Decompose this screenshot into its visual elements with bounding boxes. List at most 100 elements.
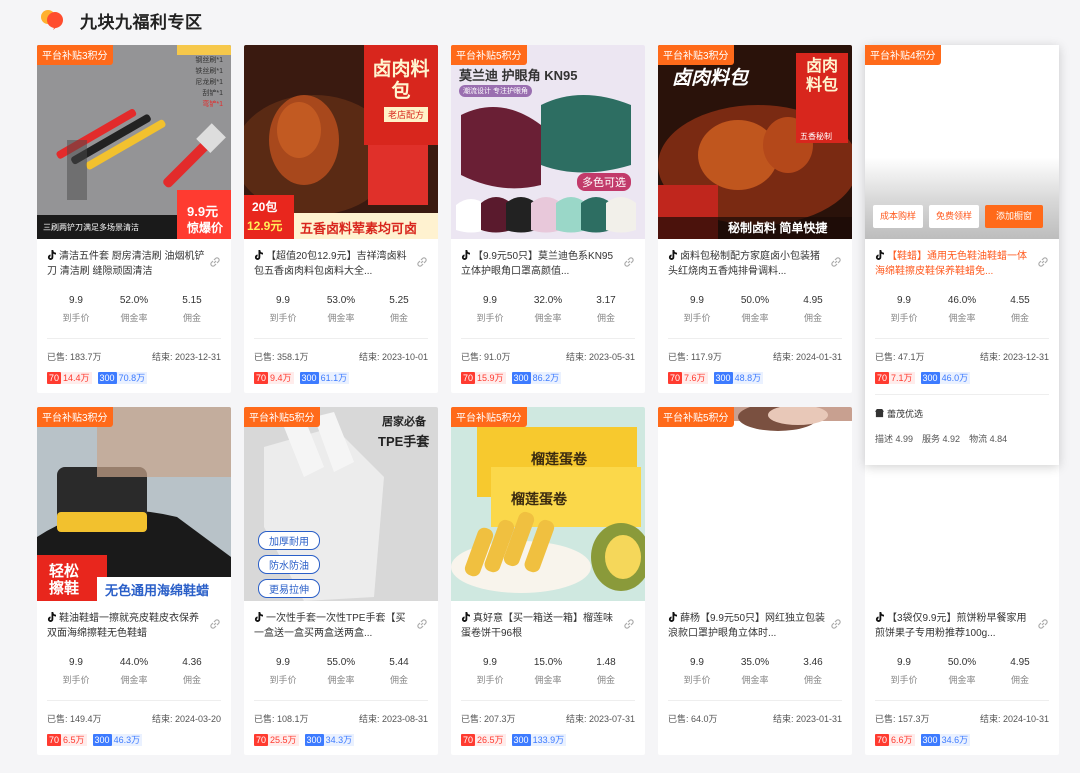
cost-sample-button[interactable]: 成本购样: [873, 205, 924, 228]
product-name[interactable]: 一次性手套一次性TPE手套【买一盒送一盒买两盒送两盒...: [254, 611, 428, 641]
shop-name[interactable]: 蕾茂优选: [887, 407, 923, 420]
douyin-icon: [254, 250, 263, 260]
blue-tag: 300 46.0万: [920, 372, 971, 384]
product-name[interactable]: 【3袋仅9.9元】煎饼粉早餐家用煎饼果子专用粉推荐100g...: [875, 611, 1049, 641]
douyin-icon: [668, 612, 677, 622]
product-card[interactable]: 平台补贴3积分 卤肉料包 卤肉料包 五香秘制 秘制卤料 简单快捷 卤料包秘制配方…: [658, 45, 852, 393]
link-icon[interactable]: [209, 618, 221, 630]
end-date: 结束: 2023-01-31: [772, 714, 842, 724]
price-value: 9.9: [483, 657, 497, 668]
commission-label: 佣金: [1010, 675, 1029, 685]
price-value: 9.9: [690, 657, 704, 668]
divider: [254, 338, 428, 339]
rate-value: 44.0%: [119, 657, 149, 668]
product-card-hovered[interactable]: 平台补贴4积分 成本购样 免费领样 添加橱窗 【鞋蜡】通用无色鞋油鞋蜡一体海绵鞋…: [865, 45, 1059, 465]
product-card[interactable]: 平台补贴5积分 莫兰迪 护眼角 KN95 潮流设计 专注护眼角 多色可选 【9.…: [451, 45, 645, 393]
commission-label: 佣金: [596, 675, 615, 685]
product-image[interactable]: 平台补贴4积分 成本购样 免费领样 添加橱窗: [865, 45, 1059, 239]
subsidy-badge: 平台补贴5积分: [244, 407, 320, 427]
product-card[interactable]: 平台补贴3积分 9.9元 惊爆价 三刷两铲刀满足多场景清洁 钢丝刷*1 铁丝刷*…: [37, 45, 231, 393]
product-image[interactable]: 卤肉料包 老店配方 20包 12.9元 五香卤料荤素均可卤: [244, 45, 438, 239]
douyin-icon: [254, 612, 263, 622]
price-label: 到手价: [62, 313, 90, 323]
end-date: 结束: 2023-08-31: [358, 714, 428, 724]
price-label: 到手价: [890, 675, 918, 685]
red-tag: 70 7.1万: [875, 372, 915, 384]
blue-tag: 300 48.8万: [713, 372, 764, 384]
product-card[interactable]: 平台补贴5积分 榴莲蛋卷 榴莲蛋卷 真好意【买一箱送一箱】榴莲味蛋卷饼干96根 …: [451, 407, 645, 755]
link-icon[interactable]: [1037, 256, 1049, 268]
feature-pill: 更易拉伸: [258, 579, 320, 598]
price-value: 9.9: [276, 657, 290, 668]
link-icon[interactable]: [416, 256, 428, 268]
douyin-icon: [47, 612, 56, 622]
product-image[interactable]: 平台补贴5积分 居家必备 TPE手套 加厚耐用 防水防油 更易拉伸: [244, 407, 438, 601]
rate-label: 佣金率: [534, 313, 562, 323]
end-date: 结束: 2024-01-31: [772, 352, 842, 362]
price-label: 到手价: [683, 675, 711, 685]
blue-tag: 300 70.8万: [97, 372, 148, 384]
red-tag: 70 14.4万: [47, 372, 92, 384]
commission-label: 佣金: [389, 675, 408, 685]
douyin-icon: [47, 250, 56, 260]
product-name[interactable]: 薛杨【9.9元50只】网红独立包装浪款口罩护眼角立体时...: [668, 611, 842, 641]
commission-label: 佣金: [803, 313, 822, 323]
product-image[interactable]: 平台补贴3积分 轻松擦鞋 无色通用海绵鞋蜡: [37, 407, 231, 601]
sold-count: 已售: 47.1万: [875, 352, 925, 362]
link-icon[interactable]: [209, 256, 221, 268]
sold-count: 已售: 358.1万: [254, 352, 309, 362]
product-card[interactable]: 平台补贴3积分 轻松擦鞋 无色通用海绵鞋蜡 鞋油鞋蜡一擦就亮皮鞋皮衣保养双面海绵…: [37, 407, 231, 755]
douyin-icon: [875, 250, 884, 260]
product-image[interactable]: 平台补贴5积分 莫兰迪 护眼角 KN95 潮流设计 专注护眼角 多色可选: [451, 45, 645, 239]
end-date: 结束: 2023-12-31: [151, 352, 221, 362]
price-value: 9.9: [69, 295, 83, 306]
blue-tag: 300 86.2万: [511, 372, 562, 384]
product-name[interactable]: 卤料包秘制配方家庭卤小包装猪头红烧肉五香炖排骨调料...: [668, 249, 842, 279]
product-image[interactable]: 平台补贴5积分 榴莲蛋卷 榴莲蛋卷: [451, 407, 645, 601]
product-card[interactable]: 平台补贴5积分 薛杨【9.9元50只】网红独立包装浪款口罩护眼角立体时... 9…: [658, 407, 852, 755]
img-box-label: 榴莲蛋卷: [531, 451, 587, 467]
link-icon[interactable]: [623, 256, 635, 268]
link-icon[interactable]: [830, 618, 842, 630]
price-label: 到手价: [683, 313, 711, 323]
product-name[interactable]: 清洁五件套 厨房清洁刷 油烟机铲刀 清洁刷 缝隙顽固清洁: [47, 249, 221, 279]
img-main-label: 轻松擦鞋: [49, 563, 80, 597]
link-icon[interactable]: [1037, 618, 1049, 630]
product-image[interactable]: 平台补贴3积分 卤肉料包 卤肉料包 五香秘制 秘制卤料 简单快捷: [658, 45, 852, 239]
subsidy-badge: 平台补贴3积分: [37, 407, 113, 427]
blue-tag: 300 34.6万: [920, 734, 971, 746]
price-value: 9.9: [897, 657, 911, 668]
link-icon[interactable]: [830, 256, 842, 268]
commission-label: 佣金: [389, 313, 408, 323]
douyin-icon: [875, 612, 884, 622]
product-name[interactable]: 真好意【买一箱送一箱】榴莲味蛋卷饼干96根: [461, 611, 635, 641]
link-icon[interactable]: [623, 618, 635, 630]
product-name[interactable]: 【超值20包12.9元】吉祥湾卤料包五香卤肉料包卤料大全...: [254, 249, 428, 279]
blue-tag: 300 133.9万: [511, 734, 567, 746]
rate-label: 佣金率: [948, 313, 976, 323]
free-sample-button[interactable]: 免费领样: [929, 205, 980, 228]
link-icon[interactable]: [416, 618, 428, 630]
end-date: 结束: 2023-07-31: [565, 714, 635, 724]
product-image[interactable]: 平台补贴5积分: [658, 407, 852, 601]
price-value: 9.9: [690, 295, 704, 306]
commission-label: 佣金: [182, 313, 201, 323]
product-card[interactable]: 平台补贴5积分 居家必备 TPE手套 加厚耐用 防水防油 更易拉伸 一次性手套一…: [244, 407, 438, 755]
product-name[interactable]: 鞋油鞋蜡一擦就亮皮鞋皮衣保养双面海绵擦鞋无色鞋蜡: [47, 611, 221, 641]
rate-label: 佣金率: [741, 675, 769, 685]
shop-icon: [875, 409, 884, 418]
add-showcase-button[interactable]: 添加橱窗: [985, 205, 1044, 228]
product-name[interactable]: 【鞋蜡】通用无色鞋油鞋蜡一体海绵鞋擦皮鞋保养鞋蜡免...: [875, 249, 1049, 279]
product-card[interactable]: 卤肉料包 老店配方 20包 12.9元 五香卤料荤素均可卤 【超值20包12.9…: [244, 45, 438, 393]
divider: [875, 700, 1049, 701]
commission-value: 4.95: [803, 295, 823, 306]
page-header: 九块九福利专区: [40, 8, 203, 32]
img-main-label: 卤肉料包: [672, 68, 749, 89]
subsidy-badge: 平台补贴5积分: [451, 45, 527, 65]
img-caption: 秘制卤料 简单快捷: [728, 221, 828, 235]
douyin-icon: [461, 250, 470, 260]
subsidy-badge: 平台补贴5积分: [451, 407, 527, 427]
img-main-label: 卤肉料包: [372, 59, 430, 102]
product-image[interactable]: 平台补贴3积分 9.9元 惊爆价 三刷两铲刀满足多场景清洁 钢丝刷*1 铁丝刷*…: [37, 45, 231, 239]
product-name[interactable]: 【9.9元50只】莫兰迪色系KN95立体护眼角口罩高颜值...: [461, 249, 635, 279]
